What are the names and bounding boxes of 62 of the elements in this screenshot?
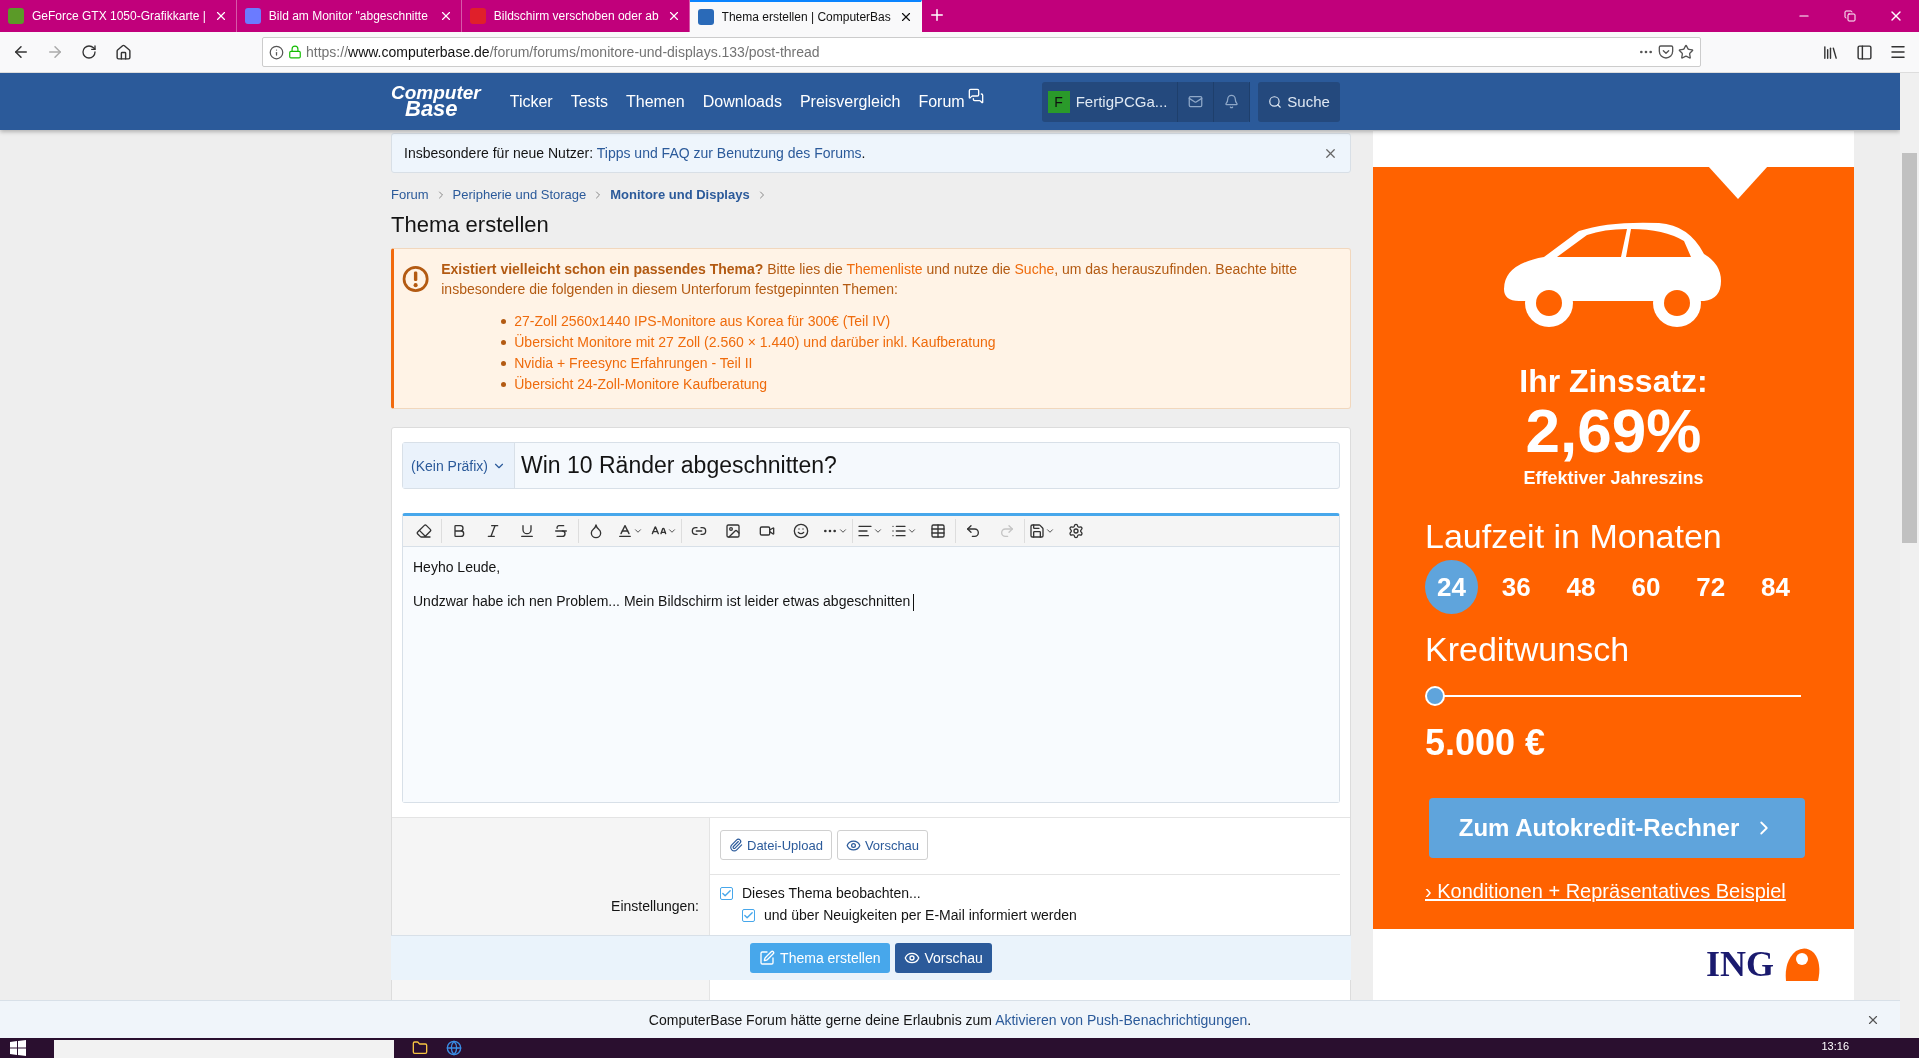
favicon-icon	[244, 8, 261, 24]
checkbox[interactable]	[742, 908, 755, 922]
favicon-icon	[8, 8, 24, 24]
bullet-icon	[501, 360, 507, 366]
pocket-icon[interactable]	[1658, 44, 1674, 60]
address-bar[interactable]: https://www.computerbase.de/forum/forums/monitore-und-displays.133/post-thread	[262, 37, 1701, 67]
prefix-dropdown[interactable]: (Kein Präfix)	[403, 443, 516, 488]
favicon-icon	[697, 9, 714, 25]
browser-tab[interactable]: Thema erstellen | ComputerBas	[689, 0, 922, 32]
slider-thumb[interactable]	[1425, 686, 1445, 706]
folder-icon[interactable]	[412, 1040, 428, 1056]
start-icon[interactable]	[10, 1040, 26, 1056]
nav-link[interactable]: Ticker	[500, 92, 562, 111]
settings-label: Einstellungen:	[611, 898, 699, 914]
breadcrumb-link[interactable]: Forum	[391, 187, 429, 202]
search-button[interactable]: Suche	[1258, 81, 1340, 122]
bullet-icon	[501, 381, 507, 387]
paperclip-icon	[729, 838, 743, 852]
nav-link[interactable]: Tests	[561, 92, 618, 111]
pen-icon	[759, 950, 776, 966]
notch	[1708, 166, 1768, 199]
chat-icon	[967, 87, 984, 104]
nav-link[interactable]: Downloads	[693, 92, 791, 111]
breadcrumb-link[interactable]: Peripherie und Storage	[452, 187, 587, 202]
bullet-icon	[501, 318, 507, 324]
interest-rate: 2,69%	[1525, 400, 1702, 462]
loan-amount: 5.000 €	[1425, 722, 1547, 764]
avatar: F	[1047, 90, 1070, 113]
bullet-icon	[501, 339, 507, 345]
notice-text: Insbesondere für neue Nutzer: Tipps und FAQ zur Benutzung des Forums.	[404, 145, 866, 161]
star-icon[interactable]	[1678, 44, 1694, 60]
eye-icon	[903, 950, 920, 966]
preview-button[interactable]: Vorschau	[894, 943, 992, 973]
rate-note: Effektiver Jahreszins	[1523, 468, 1704, 489]
faq-link[interactable]: Tipps und FAQ zur Benutzung des Forums	[596, 145, 862, 161]
option-label: und über Neuigkeiten per E-Mail informiert werden	[764, 907, 1077, 923]
site-logo[interactable]: Computer Base	[391, 85, 481, 118]
browser-icon[interactable]	[446, 1040, 462, 1056]
option-label: Dieses Thema beobachten...	[742, 885, 921, 901]
eye-icon	[845, 837, 861, 853]
amount-label: Kreditwunsch	[1425, 630, 1631, 669]
alert-text: Existiert vielleicht schon ein passendes Thema? Bitte lies die Themenliste und nutze die Suche, um das herauszufinden. Beachte bitte insbesondere die folgenden in diesem Unterforum festgepinnten Themen:	[441, 260, 1299, 299]
bank-logo: ING	[1706, 943, 1774, 985]
upload-button[interactable]: Datei-Upload	[720, 830, 832, 860]
favicon-icon	[469, 8, 486, 24]
url-text: https://www.computerbase.de/forum/forums/monitore-und-displays.133/post-thread	[306, 44, 821, 60]
checkbox[interactable]	[720, 886, 733, 900]
lock-icon	[288, 45, 302, 59]
message-editor[interactable]: Heyho Leude, Undzwar habe ich nen Problem... Mein Bildschirm ist leider etwas abgeschnitten	[403, 547, 1339, 802]
title-field[interactable]: (Kein Präfix) Win 10 Ränder abgeschnitten?	[402, 442, 1340, 489]
breadcrumb-link[interactable]: Monitore und Displays	[610, 187, 750, 202]
page-title: Thema erstellen	[391, 212, 550, 238]
rate-label: Ihr Zinssatz:	[1519, 363, 1708, 400]
notification-text: ComputerBase Forum hätte gerne deine Erlaubnis zum Aktivieren von Push-Benachrichtigungen.	[648, 1011, 1252, 1028]
nav-link[interactable]: Preisvergleich	[790, 92, 910, 111]
info-icon	[269, 44, 284, 60]
preview-button[interactable]: Vorschau	[836, 830, 929, 860]
clock: 13:16	[1821, 1040, 1849, 1052]
duration-label: Laufzeit in Monaten	[1425, 517, 1723, 556]
search-icon	[1268, 94, 1283, 109]
nav-link[interactable]: Forum	[909, 92, 974, 111]
nav-link[interactable]: Themen	[617, 92, 694, 111]
